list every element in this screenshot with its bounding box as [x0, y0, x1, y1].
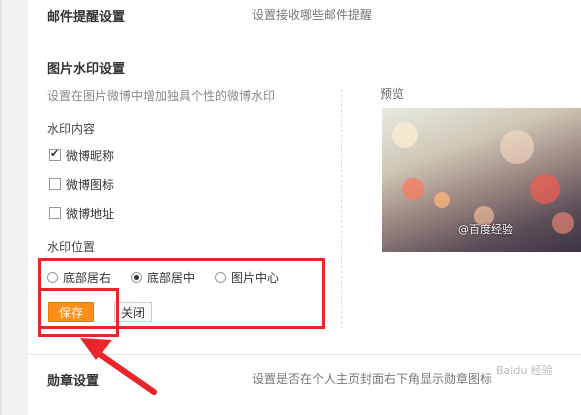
annotation-arrow — [80, 338, 157, 395]
arrow-shaft — [92, 348, 157, 395]
